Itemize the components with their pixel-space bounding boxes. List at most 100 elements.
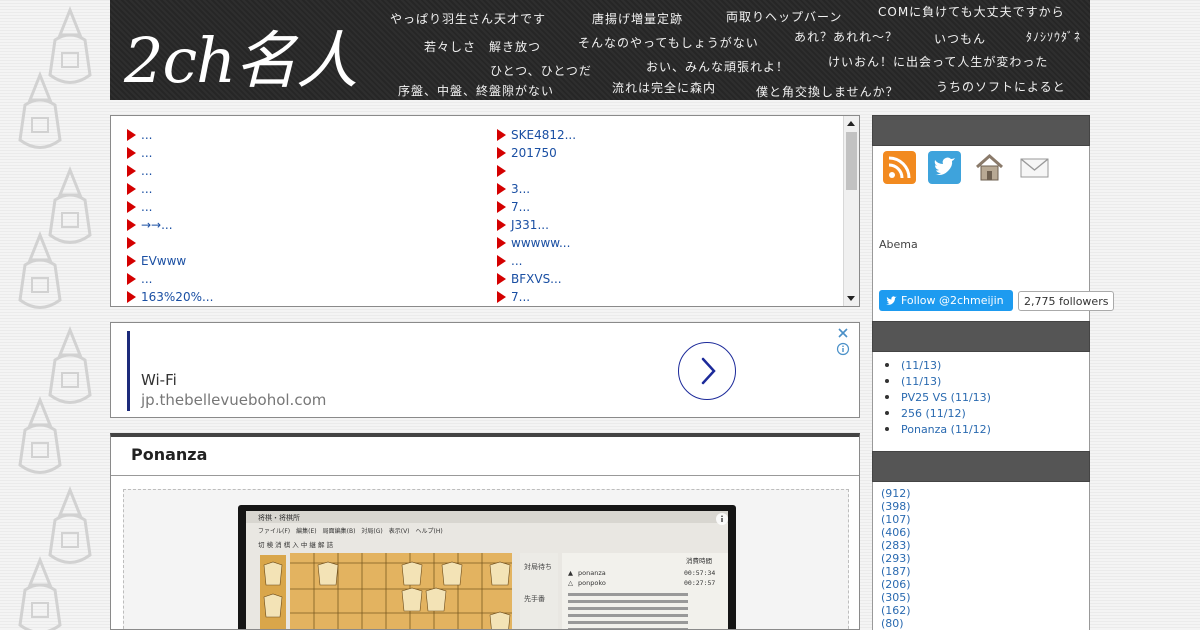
sidebar-header	[872, 451, 1090, 482]
screenshot-turn: 先手番	[524, 594, 545, 603]
list-item[interactable]: ...	[127, 162, 213, 180]
list-item[interactable]	[127, 234, 213, 252]
catchphrase: あれ？あれれ〜？	[794, 30, 899, 44]
twitter-icon[interactable]	[928, 151, 961, 184]
scroll-down-icon[interactable]	[847, 296, 855, 301]
category-link[interactable]: (107)	[881, 513, 1089, 526]
news-link[interactable]: SKE4812...	[511, 128, 576, 142]
list-item[interactable]: (11/13)	[885, 373, 1089, 389]
list-item[interactable]: wwwww...	[497, 234, 576, 252]
twitter-follow-button[interactable]: Follow @2chmeijin	[879, 290, 1013, 311]
list-item[interactable]: EVwww	[127, 252, 213, 270]
news-link[interactable]: BFXVS...	[511, 272, 562, 286]
screenshot-player1: ponanza	[578, 569, 606, 577]
category-link[interactable]: (398)	[881, 500, 1089, 513]
ad-open-button[interactable]	[678, 342, 736, 400]
list-item[interactable]: →→...	[127, 216, 213, 234]
home-icon[interactable]	[973, 151, 1006, 184]
scroll-up-icon[interactable]	[847, 121, 855, 126]
catchphrase: 若々しさ 解き放つ	[424, 40, 542, 54]
news-link[interactable]: ...	[141, 272, 152, 286]
abema-label: Abema	[879, 238, 918, 251]
recent-post-link[interactable]: PV25 VS (11/13)	[901, 391, 991, 404]
ad-info-icon[interactable]	[836, 342, 850, 356]
news-link[interactable]: 163%20%...	[141, 290, 213, 304]
list-item[interactable]: J331...	[497, 216, 576, 234]
category-link[interactable]: (162)	[881, 604, 1089, 617]
catchphrase: 唐揚げ増量定跡	[592, 12, 684, 26]
list-item[interactable]: 163%20%...	[127, 288, 213, 306]
twitter-bird-icon	[886, 295, 897, 305]
triangle-bullet-icon	[127, 291, 136, 303]
list-item[interactable]: (11/13)	[885, 357, 1089, 373]
news-link[interactable]: 3...	[511, 182, 530, 196]
list-item[interactable]: ...	[127, 144, 213, 162]
news-link[interactable]: J331...	[511, 218, 549, 232]
category-link[interactable]: (406)	[881, 526, 1089, 539]
catchphrase: けいおん！に出会って人生が変わった	[828, 55, 1049, 69]
news-link[interactable]: ...	[141, 200, 152, 214]
site-logo[interactable]: 2ch名人	[124, 10, 358, 100]
list-item[interactable]: PV25 VS (11/13)	[885, 389, 1089, 405]
category-link[interactable]: (912)	[881, 487, 1089, 500]
news-link[interactable]: 201750	[511, 146, 557, 160]
recent-posts-panel: (11/13) (11/13) PV25 VS (11/13) 256 (11/…	[872, 352, 1090, 452]
list-item[interactable]: 3...	[497, 180, 576, 198]
news-link[interactable]: →→...	[141, 218, 173, 232]
mail-icon[interactable]	[1018, 151, 1051, 184]
triangle-bullet-icon	[497, 219, 506, 231]
category-link[interactable]: (206)	[881, 578, 1089, 591]
follower-count[interactable]: 2,775 followers	[1018, 291, 1115, 311]
news-column-right: SKE4812... 201750 3... 7... J331... wwww…	[497, 126, 576, 306]
news-link[interactable]: ...	[141, 146, 152, 160]
list-item[interactable]: ...	[127, 198, 213, 216]
news-scrollbar[interactable]	[843, 116, 859, 306]
article-title[interactable]: Ponanza	[131, 445, 207, 464]
list-item[interactable]	[497, 162, 576, 180]
ad-close-icon[interactable]	[836, 326, 850, 340]
category-link[interactable]: (80)	[881, 617, 1089, 630]
recent-post-link[interactable]: (11/13)	[901, 359, 941, 372]
ad-url[interactable]: jp.thebellevuebohol.com	[141, 391, 326, 409]
ad-info-icon[interactable]	[715, 512, 729, 526]
category-link[interactable]: (293)	[881, 552, 1089, 565]
site-header[interactable]: 2ch名人 やっぱり羽生さん天才です 唐揚げ増量定跡 両取りヘップバーン COM…	[110, 0, 1090, 100]
advertisement[interactable]: Wi-Fi jp.thebellevuebohol.com	[110, 322, 860, 418]
catchphrase: やっぱり羽生さん天才です	[390, 12, 547, 26]
screenshot-player1-time: 00:57:34	[684, 569, 715, 577]
list-item[interactable]: ...	[127, 180, 213, 198]
list-item[interactable]: Ponanza (11/12)	[885, 421, 1089, 437]
news-link[interactable]: ...	[511, 254, 522, 268]
list-item[interactable]: ...	[497, 252, 576, 270]
category-link[interactable]: (187)	[881, 565, 1089, 578]
category-link[interactable]: (283)	[881, 539, 1089, 552]
rss-icon[interactable]	[883, 151, 916, 184]
list-item[interactable]: 7...	[497, 198, 576, 216]
recent-post-link[interactable]: (11/13)	[901, 375, 941, 388]
categories-panel: (912) (398) (107) (406) (283) (293) (187…	[872, 482, 1090, 630]
list-item[interactable]: SKE4812...	[497, 126, 576, 144]
news-link[interactable]: 7...	[511, 290, 530, 304]
catchphrase: 両取りヘップバーン	[726, 10, 843, 24]
news-link[interactable]: ...	[141, 128, 152, 142]
news-link[interactable]: wwwww...	[511, 236, 570, 250]
list-item[interactable]: ...	[127, 270, 213, 288]
recent-post-link[interactable]: Ponanza (11/12)	[901, 423, 991, 436]
list-item[interactable]: 256 (11/12)	[885, 405, 1089, 421]
list-item[interactable]: 201750	[497, 144, 576, 162]
recent-post-link[interactable]: 256 (11/12)	[901, 407, 966, 420]
ad-title[interactable]: Wi-Fi	[141, 371, 177, 389]
scrollbar-thumb[interactable]	[846, 132, 857, 190]
catchphrase: そんなのやってもしょうがない	[578, 36, 759, 50]
news-link[interactable]: EVwww	[141, 254, 186, 268]
category-link[interactable]: (305)	[881, 591, 1089, 604]
news-link[interactable]: ...	[141, 182, 152, 196]
news-link[interactable]: 7...	[511, 200, 530, 214]
article-screenshot[interactable]: 将棋・将棋所 ファイル(F) 編集(E) 局面編集(B) 対局(G) 表示(V)…	[238, 505, 736, 629]
list-item[interactable]: ...	[127, 126, 213, 144]
left-background-decoration	[0, 0, 110, 630]
news-link[interactable]: ...	[141, 164, 152, 178]
list-item[interactable]: BFXVS...	[497, 270, 576, 288]
list-item[interactable]: 7...	[497, 288, 576, 306]
bullet-icon	[885, 395, 889, 399]
